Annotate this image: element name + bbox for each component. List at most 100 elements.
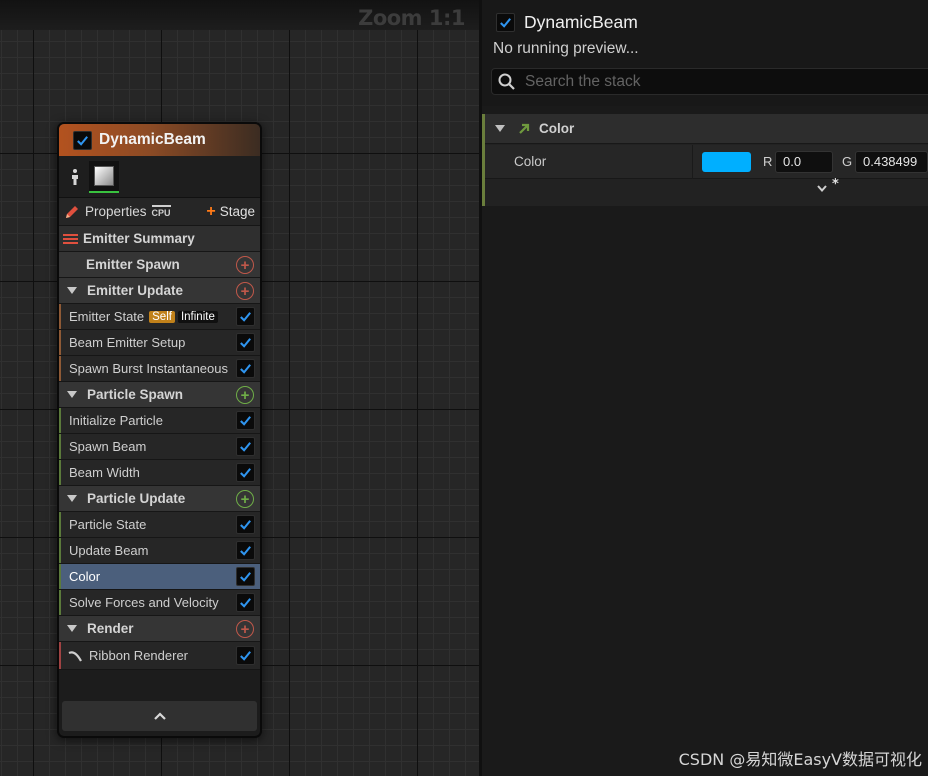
material-thumbnail[interactable] (89, 160, 119, 193)
collapse-triangle-icon[interactable] (67, 391, 77, 398)
advanced-expand-row[interactable]: * (485, 177, 928, 206)
section-particle-update[interactable]: Particle Update + (59, 486, 260, 512)
collapse-triangle-icon[interactable] (495, 125, 505, 132)
g-channel-label: G (842, 154, 853, 169)
module-stack: Color Color R 0.0 G 0.438499 * (482, 114, 928, 206)
preview-status: No running preview... (493, 40, 639, 57)
module-enable-checkbox[interactable] (236, 359, 255, 378)
search-input[interactable] (525, 72, 905, 91)
module-label: Beam Emitter Setup (69, 335, 186, 350)
property-label: Color (514, 154, 547, 169)
watermark: CSDN @易知微EasyV数据可视化 (678, 750, 922, 769)
properties-button[interactable]: Properties CPU (64, 204, 171, 220)
add-module-button[interactable]: + (236, 282, 254, 300)
checkmark-icon (240, 651, 251, 661)
section-label: Particle Update (87, 491, 186, 506)
module-label: Initialize Particle (69, 413, 163, 428)
module-emitter-state[interactable]: Emitter State Self Infinite (59, 304, 260, 330)
section-label: Emitter Spawn (86, 257, 180, 272)
module-solve-forces-and-velocity[interactable]: Solve Forces and Velocity (59, 590, 260, 616)
checkmark-icon (240, 442, 251, 452)
checkmark-icon (240, 364, 251, 374)
module-beam-emitter-setup[interactable]: Beam Emitter Setup (59, 330, 260, 356)
module-label: Ribbon Renderer (89, 648, 189, 663)
node-preview-area (59, 156, 260, 198)
node-title: DynamicBeam (99, 131, 206, 148)
module-spawn-beam[interactable]: Spawn Beam (59, 434, 260, 460)
checkmark-icon (77, 135, 88, 146)
module-enable-checkbox[interactable] (236, 593, 255, 612)
section-label: Particle Spawn (87, 387, 184, 402)
module-label: Emitter State (69, 309, 145, 324)
section-particle-spawn[interactable]: Particle Spawn + (59, 382, 260, 408)
add-stage-button[interactable]: + Stage (206, 202, 255, 220)
properties-row[interactable]: Properties CPU + Stage (59, 198, 260, 226)
add-module-button[interactable]: + (236, 490, 254, 508)
add-module-button[interactable]: + (236, 386, 254, 404)
module-enable-checkbox[interactable] (236, 463, 255, 482)
module-label: Particle State (69, 517, 147, 532)
checkmark-icon (240, 338, 251, 348)
chevron-down-icon[interactable] (816, 184, 828, 193)
pencil-icon (66, 205, 78, 218)
column-divider[interactable] (692, 145, 693, 179)
checkmark-icon (240, 572, 251, 582)
section-label: Emitter Update (87, 283, 184, 298)
selection-panel: DynamicBeam No running preview... Color (482, 0, 928, 776)
section-emitter-spawn[interactable]: Emitter Spawn + (59, 252, 260, 278)
plus-icon: + (206, 202, 216, 220)
color-swatch[interactable] (702, 152, 751, 172)
module-beam-width[interactable]: Beam Width (59, 460, 260, 486)
g-channel-input[interactable]: 0.438499 (855, 151, 928, 173)
module-initialize-particle[interactable]: Initialize Particle (59, 408, 260, 434)
section-emitter-update[interactable]: Emitter Update + (59, 278, 260, 304)
scalability-person-icon[interactable] (68, 168, 82, 186)
emitter-summary-label: Emitter Summary (83, 231, 195, 246)
thumbnail-image (94, 165, 114, 186)
modified-marker: * (832, 177, 839, 192)
checkmark-icon (240, 468, 251, 478)
add-renderer-button[interactable]: + (236, 620, 254, 638)
collapse-triangle-icon[interactable] (67, 287, 77, 294)
graph-canvas[interactable]: Zoom 1:1 DynamicBeam Properties CPU + St… (0, 0, 479, 776)
module-spawn-burst-instantaneous[interactable]: Spawn Burst Instantaneous (59, 356, 260, 382)
module-particle-state[interactable]: Particle State (59, 512, 260, 538)
module-label: Solve Forces and Velocity (69, 595, 219, 610)
module-enable-checkbox[interactable] (236, 333, 255, 352)
module-enable-checkbox[interactable] (236, 646, 255, 665)
checkmark-icon (240, 546, 251, 556)
checkmark-icon (240, 312, 251, 322)
emitter-enable-checkbox[interactable] (496, 13, 515, 32)
module-title: Color (539, 121, 575, 136)
checkmark-icon (240, 416, 251, 426)
module-update-beam[interactable]: Update Beam (59, 538, 260, 564)
add-module-button[interactable]: + (236, 256, 254, 274)
color-module-header[interactable]: Color (485, 114, 928, 144)
list-icon (63, 233, 78, 244)
node-enable-checkbox[interactable] (73, 130, 92, 150)
checkmark-icon (500, 18, 511, 28)
r-channel-input[interactable]: 0.0 (775, 151, 833, 173)
collapse-triangle-icon[interactable] (67, 625, 77, 632)
collapse-triangle-icon[interactable] (67, 495, 77, 502)
module-color[interactable]: Color (59, 564, 260, 590)
module-enable-checkbox[interactable] (236, 515, 255, 534)
self-badge: Self (149, 310, 175, 323)
module-enable-checkbox[interactable] (236, 411, 255, 430)
search-box[interactable] (491, 68, 928, 95)
module-enable-checkbox[interactable] (236, 437, 255, 456)
collapse-node-button[interactable] (62, 701, 257, 731)
panel-title-row: DynamicBeam (496, 12, 638, 33)
emitter-summary-row[interactable]: Emitter Summary (59, 226, 260, 252)
module-label: Color (69, 569, 101, 584)
ribbon-renderer-icon (68, 650, 82, 662)
module-enable-checkbox[interactable] (236, 567, 255, 586)
module-enable-checkbox[interactable] (236, 307, 255, 326)
module-label: Update Beam (69, 543, 149, 558)
emitter-node[interactable]: DynamicBeam Properties CPU + Stage Emitt… (57, 122, 262, 738)
module-ribbon-renderer[interactable]: Ribbon Renderer (59, 642, 260, 670)
module-enable-checkbox[interactable] (236, 541, 255, 560)
lifecycle-badge: Infinite (177, 310, 218, 323)
section-render[interactable]: Render + (59, 616, 260, 642)
node-header[interactable]: DynamicBeam (59, 124, 260, 156)
